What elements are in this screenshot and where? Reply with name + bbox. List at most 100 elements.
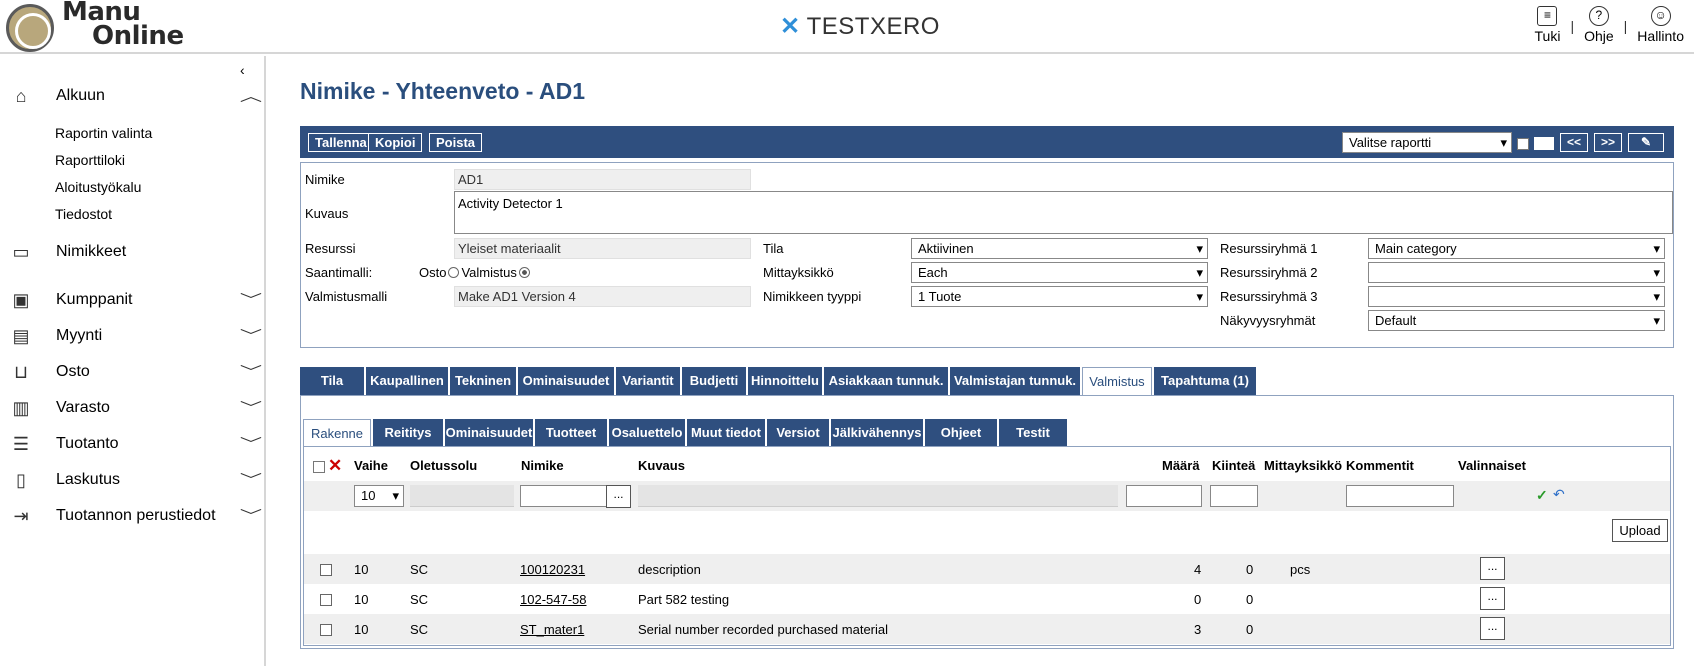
tab-tila[interactable]: Tila	[300, 367, 364, 395]
report-checkbox[interactable]	[1517, 138, 1529, 150]
structure-grid: ✕ Vaihe Oletussolu Nimike Kuvaus Määrä K…	[303, 446, 1671, 646]
chevron-down-icon: ﹀	[239, 292, 263, 308]
select-all-checkbox[interactable]	[313, 461, 325, 473]
header-maara: Määrä	[1162, 458, 1200, 473]
tab-budjetti[interactable]: Budjetti	[682, 367, 746, 395]
cell-maara: 0	[1194, 592, 1202, 607]
nakyvyysryhmat-select[interactable]: Default	[1368, 310, 1665, 331]
nimike-lookup-button[interactable]: ...	[606, 485, 631, 508]
maara-input[interactable]	[1126, 485, 1202, 507]
sidebar-subitem-raportin-valinta[interactable]: Raportin valinta	[0, 120, 266, 147]
subtab-versiot[interactable]: Versiot	[767, 419, 829, 446]
sidebar-item-myynti[interactable]: ▤ Myynti ﹀	[0, 318, 266, 354]
tab-valmistus[interactable]: Valmistus	[1082, 367, 1152, 395]
sidebar-subitem-aloitustyokalu[interactable]: Aloitustyökalu	[0, 174, 266, 201]
cell-kiintea: 0	[1246, 622, 1254, 637]
cell-nimike-link[interactable]: 100120231	[520, 562, 585, 577]
sidebar-item-alkuun[interactable]: ⌂ Alkuun ︿	[0, 78, 266, 114]
previous-button[interactable]: <<	[1560, 133, 1588, 152]
tab-tapahtuma[interactable]: Tapahtuma (1)	[1154, 367, 1256, 395]
help-icon: ?	[1588, 6, 1609, 26]
subtab-muut-tiedot[interactable]: Muut tiedot	[687, 419, 765, 446]
sidebar-item-varasto[interactable]: ▥ Varasto ﹀	[0, 390, 266, 426]
tila-label: Tila	[763, 241, 784, 256]
subtab-jalkivahennys[interactable]: Jälkivähennys	[831, 419, 923, 446]
support-link[interactable]: ≡ Tuki	[1525, 6, 1571, 44]
sidebar-item-label: Kumppanit	[56, 291, 133, 308]
sidebar-item-label: Tuotannon perustiedot	[56, 507, 216, 524]
sidebar-item-laskutus[interactable]: ▯ Laskutus ﹀	[0, 462, 266, 498]
cell-kuvaus: description	[638, 562, 701, 577]
tab-ominaisuudet[interactable]: Ominaisuudet	[518, 367, 614, 395]
valmistus-radio[interactable]	[518, 267, 530, 278]
resurssiryhma2-select[interactable]	[1368, 262, 1665, 283]
row-options-button[interactable]: ...	[1480, 557, 1505, 580]
attachment-icon[interactable]: ✎	[1628, 133, 1664, 152]
confirm-icon[interactable]: ✓	[1536, 487, 1548, 504]
tila-select[interactable]: Aktiivinen	[911, 238, 1208, 259]
nimikkeen-tyyppi-select[interactable]: 1 Tuote	[911, 286, 1208, 307]
manu-online-logo[interactable]: Manu Online	[6, 0, 206, 52]
delete-button[interactable]: Poista	[429, 133, 483, 152]
cell-nimike-link[interactable]: ST_mater1	[520, 622, 584, 637]
resurssiryhma3-select[interactable]	[1368, 286, 1665, 307]
undo-icon[interactable]: ↶	[1553, 486, 1565, 503]
sidebar-item-label: Alkuun	[56, 87, 105, 104]
subtab-osaluettelo[interactable]: Osaluettelo	[609, 419, 685, 446]
admin-link[interactable]: ☺ Hallinto	[1627, 6, 1694, 44]
kommentit-input[interactable]	[1346, 485, 1454, 507]
row-options-button[interactable]: ...	[1480, 587, 1505, 610]
subtab-tuotteet[interactable]: Tuotteet	[535, 419, 607, 446]
vaihe-select[interactable]: 10	[354, 485, 404, 507]
row-options-button[interactable]: ...	[1480, 617, 1505, 640]
collapse-sidebar-icon[interactable]: ‹	[240, 62, 245, 78]
report-select[interactable]: Valitse raportti	[1342, 132, 1512, 153]
subtab-ohjeet[interactable]: Ohjeet	[925, 419, 997, 446]
nimike-input[interactable]	[520, 485, 610, 507]
tab-hinnoittelu[interactable]: Hinnoittelu	[748, 367, 822, 395]
resurssi-field: Yleiset materiaalit	[454, 238, 751, 259]
sidebar-subitem-tiedostot[interactable]: Tiedostot	[0, 201, 266, 228]
tab-tekninen[interactable]: Tekninen	[450, 367, 516, 395]
row-checkbox[interactable]	[320, 624, 332, 636]
kuvaus-textarea[interactable]: Activity Detector 1	[454, 191, 1673, 234]
sidebar: ‹ ⌂ Alkuun ︿ Raportin valinta Raporttilo…	[0, 56, 266, 666]
save-button[interactable]: Tallenna	[308, 133, 374, 152]
sidebar-item-kumppanit[interactable]: ▣ Kumppanit ﹀	[0, 282, 266, 318]
tab-kaupallinen[interactable]: Kaupallinen	[366, 367, 448, 395]
help-link[interactable]: ? Ohje	[1574, 6, 1624, 44]
resurssiryhma1-select[interactable]: Main category	[1368, 238, 1665, 259]
oletussolu-field	[410, 485, 514, 507]
cell-nimike-link[interactable]: 102-547-58	[520, 592, 587, 607]
row-checkbox[interactable]	[320, 594, 332, 606]
delete-selected-icon[interactable]: ✕	[328, 456, 342, 476]
mittayksikko-select[interactable]: Each	[911, 262, 1208, 283]
tab-asiakkaan-tunnuk[interactable]: Asiakkaan tunnuk.	[824, 367, 948, 395]
mail-icon[interactable]	[1534, 137, 1554, 150]
valmistusmalli-label: Valmistusmalli	[305, 289, 388, 304]
header-nimike: Nimike	[521, 458, 564, 473]
sidebar-subitem-raporttiloki[interactable]: Raporttiloki	[0, 147, 266, 174]
kiintea-input[interactable]	[1210, 485, 1258, 507]
sidebar-item-tuotanto[interactable]: ☰ Tuotanto ﹀	[0, 426, 266, 462]
sidebar-item-osto[interactable]: ⊔ Osto ﹀	[0, 354, 266, 390]
subtab-rakenne[interactable]: Rakenne	[303, 419, 371, 446]
subtab-reititys[interactable]: Reititys	[373, 419, 443, 446]
tab-variantit[interactable]: Variantit	[616, 367, 680, 395]
user-icon: ☺	[1650, 6, 1671, 26]
row-checkbox[interactable]	[320, 564, 332, 576]
header-oletussolu: Oletussolu	[410, 458, 478, 473]
copy-button[interactable]: Kopioi	[368, 133, 423, 152]
sidebar-item-nimikkeet[interactable]: ▭ Nimikkeet	[0, 234, 266, 270]
sidebar-item-tuotannon-perustiedot[interactable]: ⇥ Tuotannon perustiedot ﹀	[0, 498, 266, 534]
xero-logo-icon: ✕	[780, 13, 801, 40]
sub-tabs: Rakenne Reititys Ominaisuudet Tuotteet O…	[303, 419, 1069, 446]
subtab-ominaisuudet[interactable]: Ominaisuudet	[445, 419, 533, 446]
next-button[interactable]: >>	[1594, 133, 1622, 152]
upload-button[interactable]: Upload	[1612, 519, 1668, 542]
subtab-testit[interactable]: Testit	[999, 419, 1067, 446]
osto-radio[interactable]	[448, 267, 460, 278]
kuvaus-field	[638, 485, 1118, 507]
tab-valmistajan-tunnuk[interactable]: Valmistajan tunnuk.	[950, 367, 1080, 395]
contacts-icon: ▣	[12, 289, 30, 310]
